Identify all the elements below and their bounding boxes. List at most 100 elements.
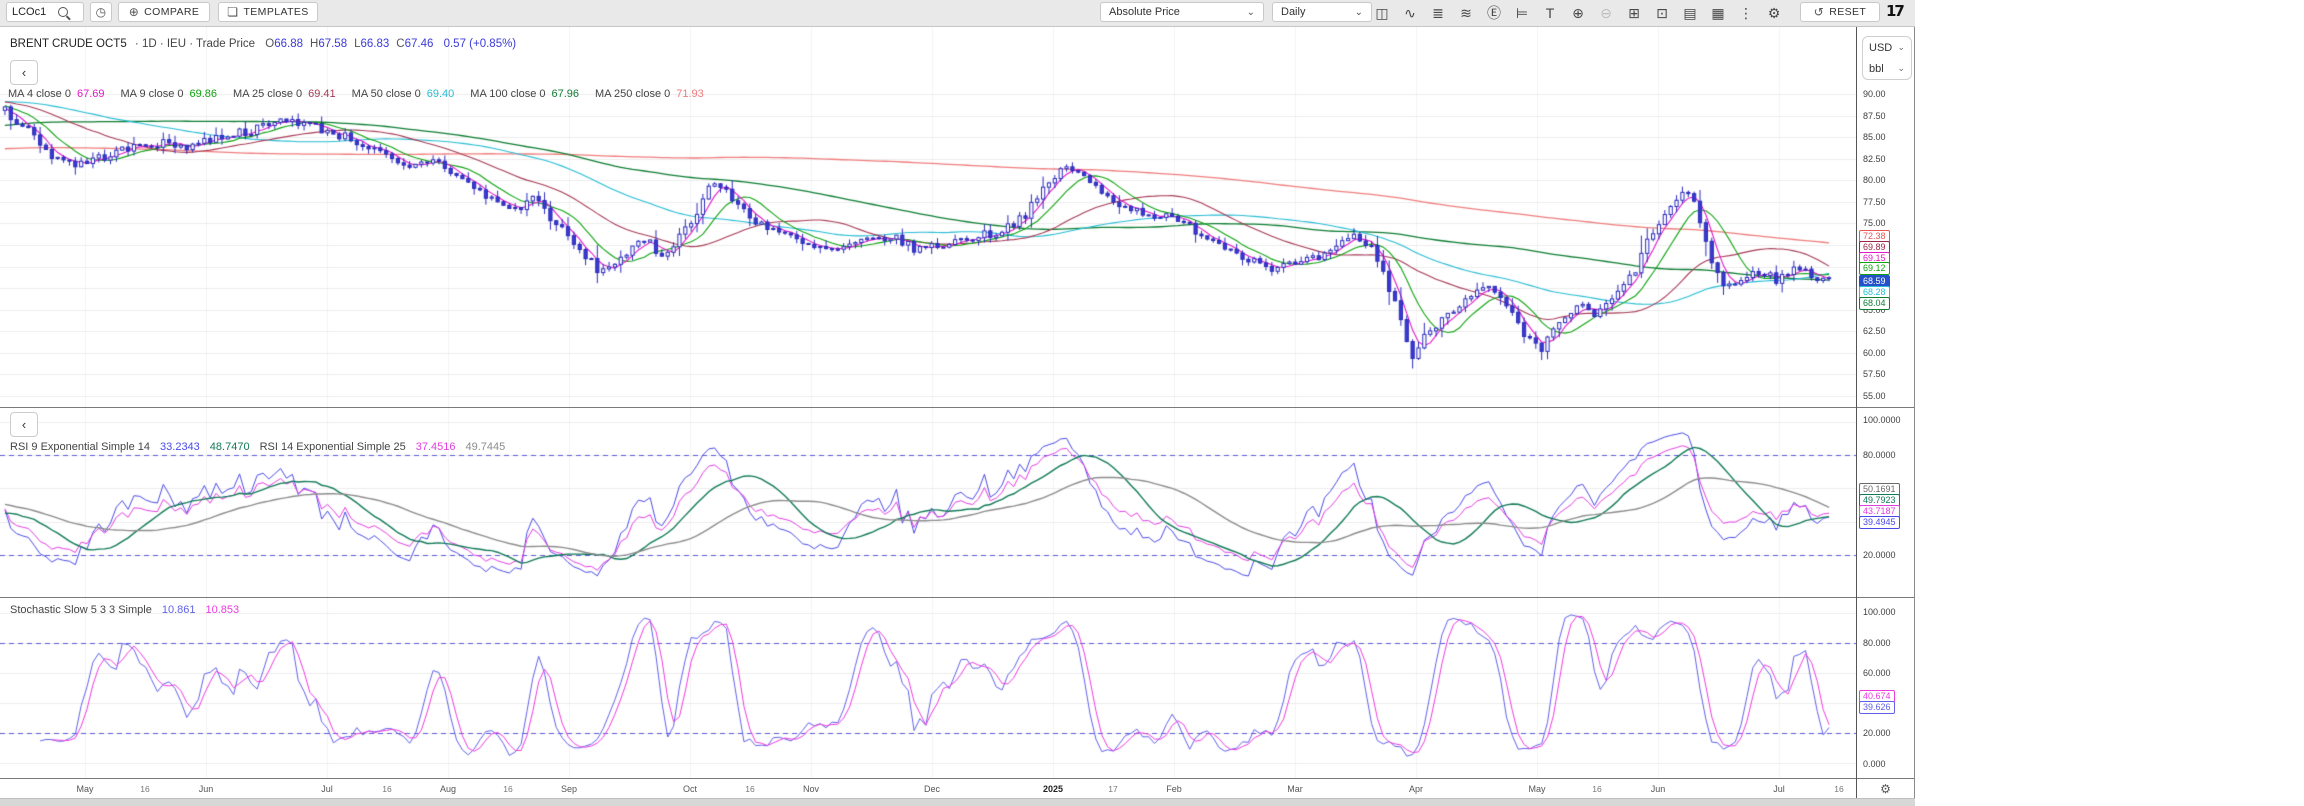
panel-divider[interactable] [0, 597, 1915, 598]
symbol-info-row: BRENT CRUDE OCT5 · 1D · IEU · Trade Pric… [10, 38, 516, 50]
currency-dropdown[interactable]: USD ⌄ [1863, 37, 1911, 58]
time-axis-label: Dec [922, 784, 942, 794]
ma-legend-label: MA 4 close 0 [8, 88, 71, 100]
price-flag: 69.12 [1859, 262, 1890, 275]
zoom-out-icon[interactable]: ⊖ [1593, 0, 1619, 26]
waves-icon[interactable]: ≋ [1453, 0, 1479, 26]
chevron-down-icon: ⌄ [1897, 63, 1905, 74]
clock-icon: ◷ [96, 6, 107, 18]
price-scale-border [1856, 26, 1857, 798]
text-tool-icon[interactable]: T [1537, 0, 1563, 26]
time-axis-label: May [1527, 784, 1547, 794]
ma-legend-item[interactable]: MA 4 close 0 67.69 [8, 88, 105, 100]
more-icon[interactable]: ⋮ [1733, 0, 1759, 26]
axis-tick-label: 80.0000 [1863, 450, 1896, 460]
price-flag: 39.4945 [1859, 516, 1900, 529]
candles-icon[interactable]: ◫ [1369, 0, 1395, 26]
panel-divider[interactable] [0, 407, 1915, 408]
axis-tick-label: 87.50 [1863, 111, 1886, 121]
ma-legend-value: 71.93 [676, 88, 704, 100]
gear-icon: ⚙ [1880, 782, 1891, 796]
price-level-icon[interactable]: ⊨ [1509, 0, 1535, 26]
news-icon[interactable]: ▤ [1677, 0, 1703, 26]
reset-button[interactable]: ↺ RESET [1800, 2, 1880, 22]
interval-dropdown[interactable]: Daily ⌄ [1272, 2, 1372, 22]
axis-tick-label: 100.0000 [1863, 415, 1901, 425]
axis-tick-label: 75.00 [1863, 218, 1886, 228]
chart-canvas[interactable] [0, 0, 1856, 798]
time-axis-label: Jul [317, 784, 337, 794]
axis-tick-label: 80.000 [1863, 638, 1891, 648]
ma-legend-item[interactable]: MA 250 close 0 71.93 [595, 88, 704, 100]
unit-value: bbl [1869, 63, 1884, 75]
time-axis-label: Jun [1648, 784, 1668, 794]
rsi-legend-part: RSI 14 Exponential Simple 25 [260, 441, 406, 453]
ma-legend-label: MA 250 close 0 [595, 88, 670, 100]
ohlc-value: 66.83 [361, 38, 390, 50]
chevron-down-icon: ⌄ [1247, 7, 1255, 18]
stoch-legend-row: Stochastic Slow 5 3 3 Simple10.86110.853 [10, 604, 249, 616]
time-axis-label: 17 [1103, 784, 1123, 794]
time-axis-label: Jul [1769, 784, 1789, 794]
main-panel-collapse-button[interactable]: ‹ [10, 60, 38, 85]
time-axis-label: Mar [1285, 784, 1305, 794]
ma-legend-value: 67.69 [77, 88, 105, 100]
axis-tick-label: 90.00 [1863, 89, 1886, 99]
snapshot-icon[interactable]: ⊡ [1649, 0, 1675, 26]
axis-tick-label: 57.50 [1863, 369, 1886, 379]
compare-button[interactable]: ⊕ COMPARE [118, 2, 210, 22]
templates-label: TEMPLATES [243, 6, 308, 18]
ma-legend-item[interactable]: MA 50 close 069.40 [352, 88, 455, 100]
time-axis-label: Sep [559, 784, 579, 794]
clock-button[interactable]: ◷ [90, 2, 112, 22]
ma-legend-value: 69.41 [308, 88, 336, 100]
tradingview-logo[interactable]: 17 [1886, 2, 1903, 20]
stoch-legend-part: 10.853 [206, 604, 240, 616]
axis-tick-label: 80.00 [1863, 175, 1886, 185]
time-axis-label: May [75, 784, 95, 794]
templates-button[interactable]: ❏ TEMPLATES [218, 2, 318, 22]
ohlc-value: 67.46 [405, 38, 434, 50]
symbol-search-box[interactable] [6, 2, 84, 22]
settings-icon[interactable]: ⚙ [1761, 0, 1787, 26]
price-mode-dropdown[interactable]: Absolute Price ⌄ [1100, 2, 1264, 22]
symbol-search-input[interactable] [12, 6, 56, 18]
forecast-icon[interactable]: ∿ [1397, 0, 1423, 26]
axis-tick-label: 55.00 [1863, 391, 1886, 401]
window-right-border [1914, 0, 1915, 806]
chevron-left-icon: ‹ [22, 417, 26, 432]
axis-tick-label: 60.00 [1863, 348, 1886, 358]
time-axis-label: Apr [1406, 784, 1426, 794]
rsi-panel-collapse-button[interactable]: ‹ [10, 412, 38, 437]
ohlc-value: 66.88 [274, 38, 303, 50]
axis-settings-corner[interactable]: ⚙ [1857, 779, 1914, 798]
time-axis-label: 16 [498, 784, 518, 794]
ma-legend-item[interactable]: MA 100 close 0 67.96 [470, 88, 579, 100]
layout-grid-icon[interactable]: ⊞ [1621, 0, 1647, 26]
time-axis-label: Oct [680, 784, 700, 794]
ma-legend-label: MA 100 close 0 [470, 88, 545, 100]
stacked-lines-icon[interactable]: ≣ [1425, 0, 1451, 26]
reset-undo-icon: ↺ [1814, 6, 1824, 18]
time-axis-label: Aug [438, 784, 458, 794]
ma-legend-value: 67.96 [552, 88, 580, 100]
unit-dropdown[interactable]: bbl ⌄ [1863, 58, 1911, 79]
ma-legend-row: MA 4 close 0 67.69 MA 9 close 069.86 MA 25 … [8, 88, 720, 100]
ma-legend-label: MA 9 close 0 [121, 88, 184, 100]
stats-icon[interactable]: ▦ [1705, 0, 1731, 26]
elliott-icon[interactable]: Ⓔ [1481, 0, 1507, 26]
ohlc-values: O66.88H67.58L66.83C67.46 [258, 38, 433, 50]
zoom-in-icon[interactable]: ⊕ [1565, 0, 1591, 26]
time-axis-label: 16 [135, 784, 155, 794]
ma-legend-item[interactable]: MA 9 close 069.86 [121, 88, 218, 100]
change-value: 0.57 (+0.85%) [444, 38, 517, 50]
bottom-strip [0, 798, 1915, 806]
charting-application: ◷ ⊕ COMPARE ❏ TEMPLATES Absolute Price ⌄… [0, 0, 2304, 806]
ohlc-value: 67.58 [318, 38, 347, 50]
rsi-legend-part: 49.7445 [465, 441, 505, 453]
axis-tick-label: 85.00 [1863, 132, 1886, 142]
folder-icon: ❏ [227, 6, 238, 18]
time-axis-label: Jun [196, 784, 216, 794]
rsi-legend-part: 33.2343 [160, 441, 200, 453]
ma-legend-item[interactable]: MA 25 close 069.41 [233, 88, 336, 100]
